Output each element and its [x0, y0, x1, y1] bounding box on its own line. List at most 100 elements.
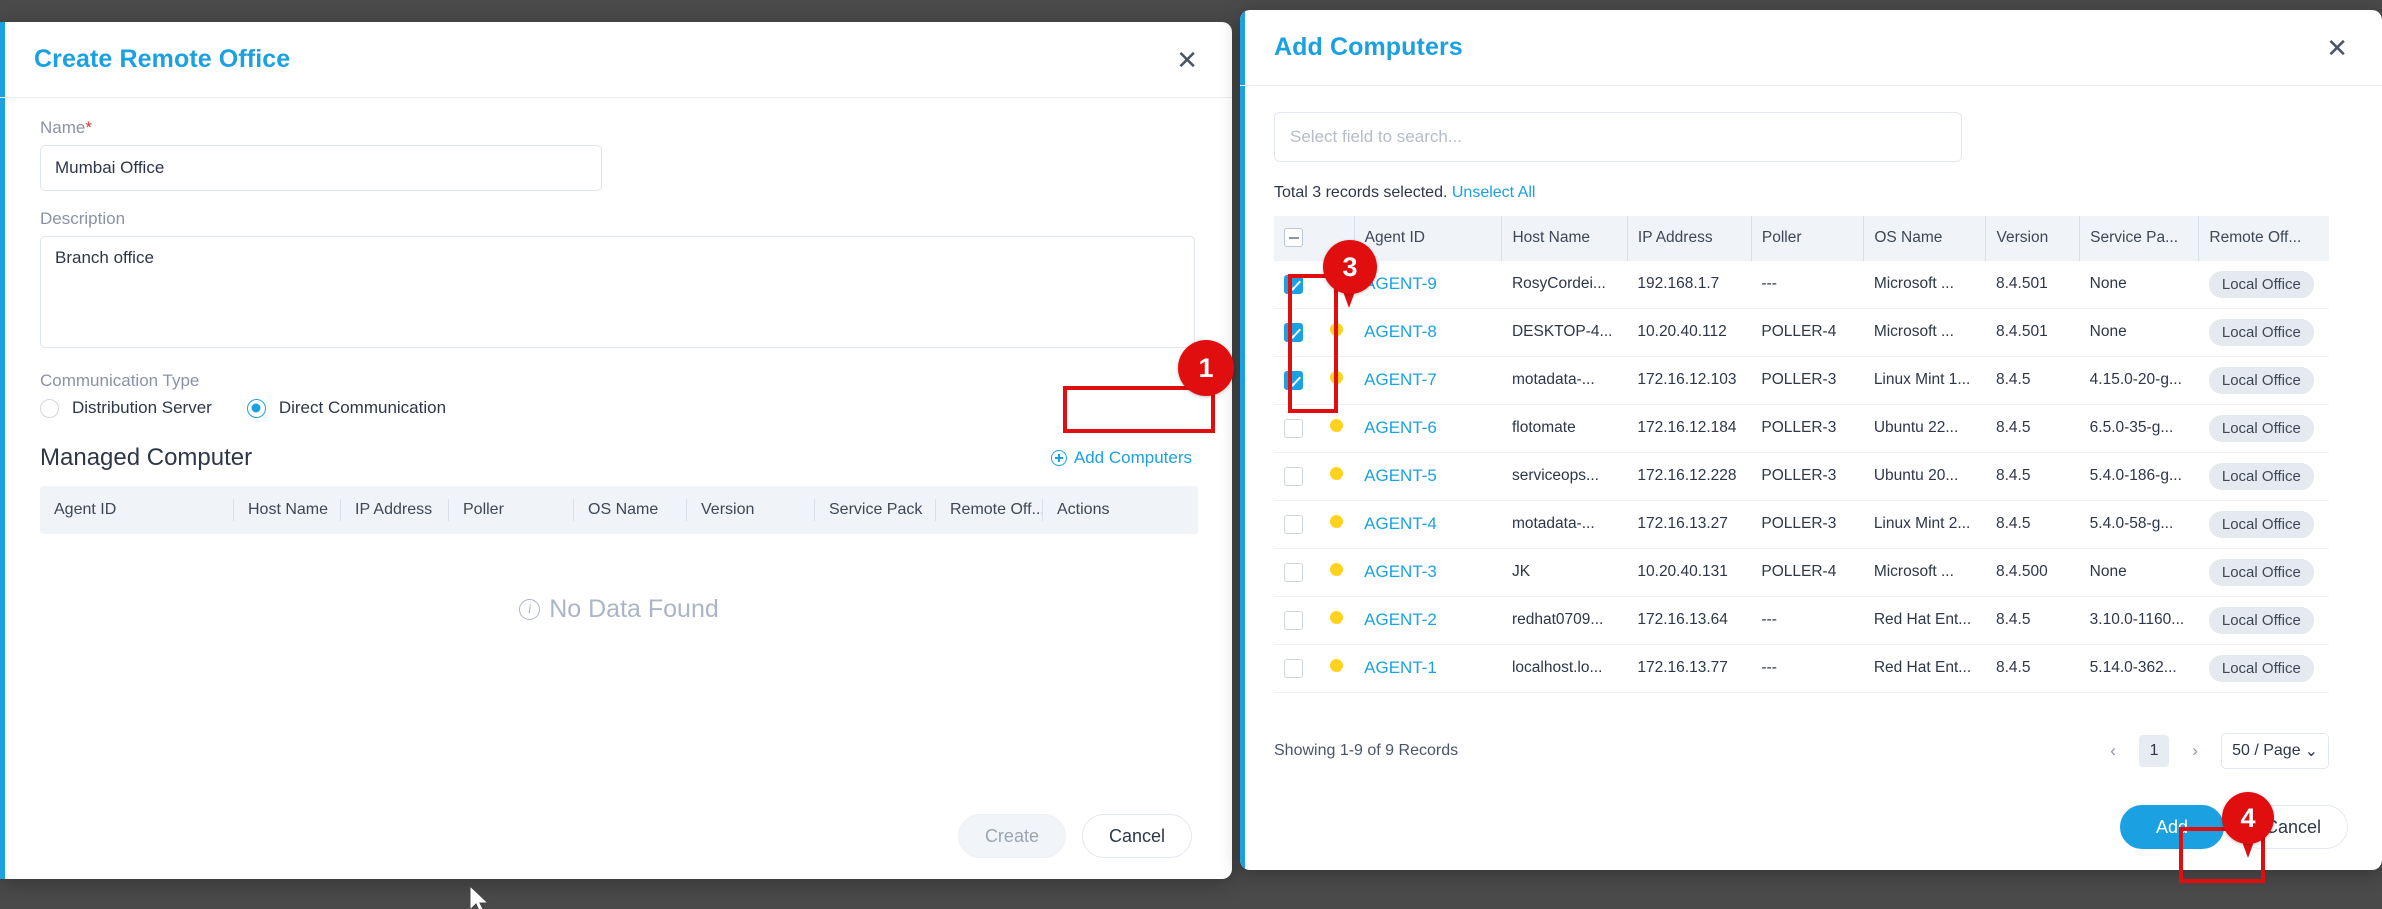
- remote-office-cell: Local Office: [2198, 404, 2329, 453]
- required-asterisk: *: [85, 118, 92, 137]
- per-page-label: 50 / Page: [2232, 741, 2301, 759]
- row-checkbox[interactable]: [1284, 562, 1303, 582]
- row-select-cell: [1274, 548, 1320, 597]
- table-row[interactable]: AGENT-8 DESKTOP-4... 10.20.40.112 POLLER-4 M…: [1274, 308, 2329, 357]
- agent-id-cell-value[interactable]: AGENT-5: [1364, 466, 1437, 485]
- close-icon[interactable]: ✕: [1176, 47, 1198, 73]
- page-number-1[interactable]: 1: [2139, 734, 2170, 767]
- ip-address-cell: 192.168.1.7: [1627, 259, 1752, 309]
- version-cell: 8.4.501: [1985, 308, 2080, 357]
- row-checkbox[interactable]: [1284, 610, 1303, 630]
- table-row[interactable]: AGENT-1 localhost.lo... 172.16.13.77 --- Red…: [1274, 644, 2329, 693]
- agent-id-cell-value[interactable]: AGENT-7: [1364, 370, 1437, 389]
- ip-address-cell: 172.16.13.27: [1627, 500, 1752, 549]
- select-all-checkbox[interactable]: [1284, 228, 1303, 248]
- ip-address-cell: 172.16.13.64: [1627, 596, 1752, 645]
- agent-id-cell-value[interactable]: AGENT-2: [1364, 610, 1437, 629]
- version-cell: 8.4.5: [1985, 404, 2080, 453]
- host-name-cell: JK: [1501, 548, 1628, 597]
- close-icon[interactable]: ✕: [2326, 35, 2348, 61]
- os-name-cell: Linux Mint 1...: [1863, 356, 1986, 405]
- status-dot-icon: [1329, 659, 1343, 672]
- host-name-cell: localhost.lo...: [1501, 644, 1628, 693]
- radio-distribution-server[interactable]: [40, 398, 59, 418]
- row-checkbox[interactable]: [1284, 658, 1303, 678]
- poller-cell: POLLER-4: [1751, 548, 1864, 597]
- per-page-select[interactable]: 50 / Page ⌄: [2221, 732, 2329, 769]
- service-pack-cell: None: [2079, 259, 2199, 309]
- table-row[interactable]: AGENT-6 flotomate 172.16.12.184 POLLER-3 Ubu…: [1274, 404, 2329, 453]
- unselect-all-link[interactable]: Unselect All: [1452, 184, 1536, 201]
- remote-office-cell-value: Local Office: [2208, 462, 2314, 490]
- add-computers-button[interactable]: Add Computers: [1045, 444, 1198, 472]
- poller-cell: POLLER-3: [1751, 452, 1864, 501]
- table-row[interactable]: AGENT-2 redhat0709... 172.16.13.64 --- Red H…: [1274, 596, 2329, 645]
- row-select-cell: [1274, 404, 1320, 453]
- selected-count-text: Total 3 records selected.: [1274, 184, 1448, 201]
- service-pack-cell: 6.5.0-35-g...: [2079, 404, 2199, 453]
- remote-office-cell-value: Local Office: [2208, 414, 2314, 442]
- agent-id-cell-value[interactable]: AGENT-3: [1364, 562, 1437, 581]
- radio-direct-communication[interactable]: [246, 398, 266, 418]
- host-name-cell: serviceops...: [1501, 452, 1628, 501]
- name-input[interactable]: [40, 145, 602, 191]
- pager: ‹ 1 › 50 / Page ⌄: [2099, 732, 2329, 769]
- status-cell: [1319, 452, 1355, 501]
- agent-id-cell: AGENT-5: [1354, 452, 1502, 501]
- managed-computer-column-header: Service Pack: [814, 499, 935, 521]
- status-cell: [1319, 644, 1355, 693]
- chevron-right-icon[interactable]: ›: [2181, 737, 2209, 765]
- table-row[interactable]: AGENT-4 motadata-... 172.16.13.27 POLLER-3 L…: [1274, 500, 2329, 549]
- communication-type-group: Communication Type Distribution Server D…: [40, 371, 1198, 418]
- create-button[interactable]: Create: [957, 814, 1066, 858]
- search-input[interactable]: [1274, 112, 1962, 162]
- table-row[interactable]: AGENT-9 RosyCordei... 192.168.1.7 --- Micros…: [1274, 259, 2329, 309]
- row-checkbox[interactable]: [1284, 418, 1303, 438]
- remote-office-cell: Local Office: [2198, 452, 2329, 501]
- create-remote-office-footer: Create Cancel: [0, 793, 1232, 879]
- host-name-cell: motadata-...: [1501, 500, 1628, 549]
- add-button[interactable]: Add: [2119, 805, 2224, 849]
- status-cell: [1319, 404, 1355, 453]
- agent-id-cell-value[interactable]: AGENT-1: [1364, 658, 1437, 677]
- description-textarea[interactable]: [40, 236, 1195, 348]
- status-dot-icon: [1329, 467, 1343, 480]
- row-checkbox[interactable]: [1284, 466, 1303, 486]
- remote-office-cell-value: Local Office: [2208, 366, 2314, 394]
- no-data-text: No Data Found: [549, 594, 719, 623]
- remote-office-cell-value: Local Office: [2208, 606, 2314, 634]
- version-cell: 8.4.500: [1985, 548, 2080, 597]
- table-row[interactable]: AGENT-7 motadata-... 172.16.12.103 POLLER-3…: [1274, 356, 2329, 405]
- poller-cell: POLLER-3: [1751, 356, 1864, 405]
- chevron-left-icon[interactable]: ‹: [2099, 737, 2127, 765]
- table-row[interactable]: AGENT-3 JK 10.20.40.131 POLLER-4 Microsoft .…: [1274, 548, 2329, 597]
- cancel-button[interactable]: Cancel: [1081, 814, 1192, 858]
- version-cell: 8.4.5: [1985, 644, 2080, 693]
- poller-cell: ---: [1751, 596, 1864, 645]
- select-all-header-cell: [1274, 216, 1320, 260]
- version-cell: 8.4.5: [1985, 452, 2080, 501]
- row-checkbox[interactable]: [1284, 514, 1303, 534]
- remote-office-cell: Local Office: [2198, 644, 2329, 693]
- agent-id-cell: AGENT-7: [1354, 356, 1502, 405]
- communication-type-label: Communication Type: [40, 371, 200, 390]
- agent-id-cell-value[interactable]: AGENT-4: [1364, 514, 1437, 533]
- managed-computer-column-header: Version: [686, 499, 814, 521]
- remote-office-cell: Local Office: [2198, 596, 2329, 645]
- host-name-cell: motadata-...: [1501, 356, 1628, 405]
- name-field-group: Name*: [40, 118, 1198, 191]
- row-checkbox[interactable]: [1284, 370, 1303, 390]
- managed-computer-table-header: Agent ID Host Name IP Address Poller OS Name…: [40, 486, 1198, 534]
- os-name-cell: Ubuntu 20...: [1863, 452, 1986, 501]
- service-pack-cell: 5.4.0-58-g...: [2079, 500, 2199, 549]
- table-row[interactable]: AGENT-5 serviceops... 172.16.12.228 POLLER-…: [1274, 452, 2329, 501]
- status-dot-icon: [1329, 563, 1343, 576]
- computers-column-header: IP Address: [1626, 216, 1752, 260]
- agent-id-cell-value[interactable]: AGENT-8: [1364, 322, 1437, 341]
- row-checkbox[interactable]: [1284, 274, 1303, 294]
- poller-cell: POLLER-3: [1751, 404, 1864, 453]
- remote-office-cell-value: Local Office: [2208, 510, 2314, 538]
- row-checkbox[interactable]: [1284, 322, 1303, 342]
- agent-id-cell: AGENT-1: [1354, 644, 1502, 693]
- agent-id-cell-value[interactable]: AGENT-6: [1364, 418, 1437, 437]
